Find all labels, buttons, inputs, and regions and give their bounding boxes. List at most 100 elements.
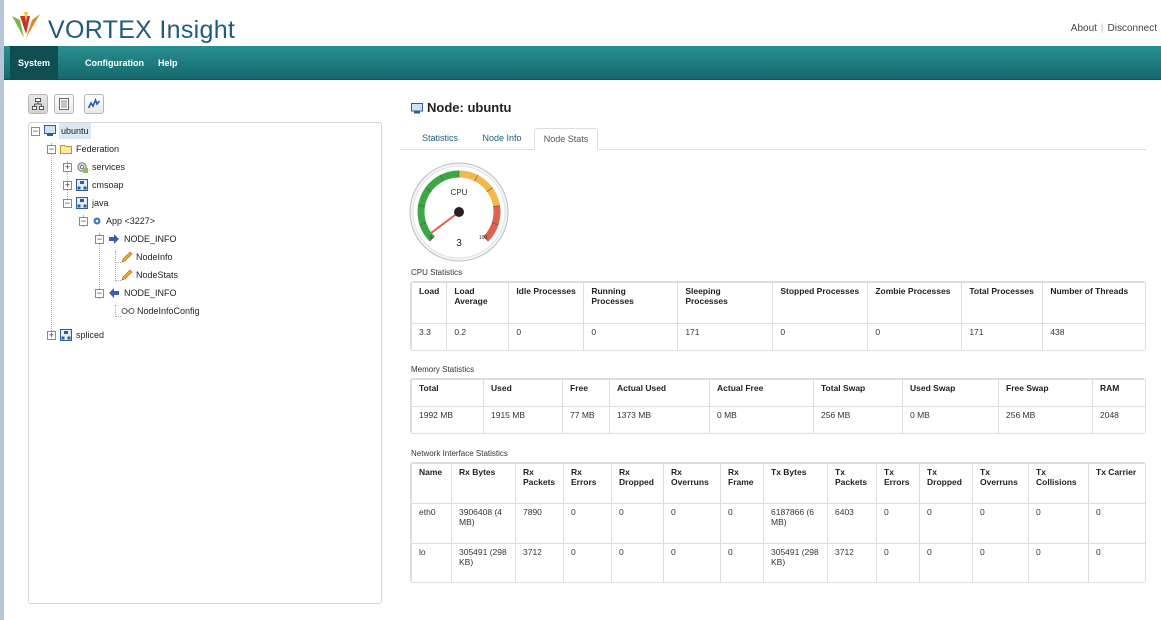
tab-node-stats[interactable]: Node Stats [534,128,598,150]
gauge-value: 3 [456,238,462,249]
tree-panel: − ubuntu − Federation + services + cmsoa… [28,94,382,604]
tab-node-info[interactable]: Node Info [472,128,532,150]
cpu-col-load-average: Load Average [446,282,510,324]
nav-system[interactable]: System [10,46,59,80]
network-cell: 0 [1088,503,1145,544]
main-nav: System Configuration Help [4,46,1161,80]
network-table-wrap: Name Rx Bytes Rx Packets Rx Errors Rx Dr… [410,462,1146,583]
mem-col-free-swap: Free Swap [998,379,1093,407]
expand-toggle[interactable]: + [63,181,72,190]
tree-label: Federation [76,144,120,154]
chart-view-button[interactable] [84,94,104,114]
memory-section-label: Memory Statistics [411,365,475,374]
cpu-cell: 0 [583,323,679,350]
memory-cell: 1915 MB [483,406,563,433]
expand-toggle[interactable]: + [47,331,56,340]
network-cell: 0 [563,543,612,582]
top-links: About | Disconnect [1070,23,1157,34]
cpu-cell: 438 [1042,323,1145,350]
about-link[interactable]: About [1071,23,1097,34]
network-cell: 3712 [515,543,564,582]
network-cell: 0 [563,503,612,544]
tree-item-app[interactable]: − App <3227> [79,213,219,229]
collapse-toggle[interactable]: − [47,145,56,154]
tree-label: NodeInfo [136,252,173,262]
tree-item-ubuntu[interactable]: − ubuntu [31,123,121,139]
mem-col-actual-used: Actual Used [609,379,710,407]
cpu-cell: 0 [772,323,869,350]
table-row: eth0 3906408 (4 MB) 7890 0 0 0 0 6187866… [411,503,1145,544]
tree-label: NODE_INFO [124,234,177,244]
tree-item-nodeinfo[interactable]: NodeInfo [121,249,261,265]
nav-help[interactable]: Help [150,46,186,80]
collapse-toggle[interactable]: − [95,235,104,244]
tree-item-services[interactable]: + services [63,159,183,175]
pencil-icon [121,251,133,263]
tree-item-node-info-reader[interactable]: − NODE_INFO [95,285,235,301]
tree-item-nodeinfoconfig[interactable]: NodeInfoConfig [121,303,271,319]
tree-item-cmsoap[interactable]: + cmsoap [63,177,183,193]
disconnect-link[interactable]: Disconnect [1108,23,1157,34]
network-cell: 0 [611,543,664,582]
network-table: Name Rx Bytes Rx Packets Rx Errors Rx Dr… [411,463,1145,582]
network-cell: lo [411,543,452,582]
tree-item-node-info-writer[interactable]: − NODE_INFO [95,231,235,247]
net-col-rx-frame: Rx Frame [720,463,764,504]
tree-label: cmsoap [92,180,124,190]
cpu-table: Load Load Average Idle Processes Running… [411,282,1145,350]
collapse-toggle[interactable]: − [79,217,88,226]
tree-label: NodeStats [136,270,179,280]
tab-statistics[interactable]: Statistics [410,128,470,150]
tree-item-spliced[interactable]: + spliced [47,327,167,343]
tree-item-java[interactable]: − java [63,195,183,211]
mem-col-used-swap: Used Swap [902,379,999,407]
mem-col-ram: RAM [1092,379,1145,407]
network-cell: 7890 [515,503,564,544]
memory-cell: 1373 MB [609,406,710,433]
nav-configuration[interactable]: Configuration [77,46,152,80]
gauge-max-label: 100 [479,235,488,241]
cpu-cell: 171 [677,323,774,350]
cpu-header-row: Load Load Average Idle Processes Running… [411,282,1145,324]
table-row: 3.3 0.2 0 0 171 0 0 171 438 [411,323,1145,350]
expand-toggle[interactable]: + [63,163,72,172]
network-cell: 0 [972,543,1029,582]
monitor-icon [44,125,56,136]
mem-col-total: Total [411,379,484,407]
net-col-rx-packets: Rx Packets [515,463,564,504]
cpu-cell: 3.3 [411,323,448,350]
folder-open-icon [60,145,72,154]
gauge-min-label: 0 [430,235,433,241]
cpu-col-idle: Idle Processes [508,282,585,324]
collapse-toggle[interactable]: − [31,127,40,136]
memory-cell: 0 MB [709,406,814,433]
collapse-toggle[interactable]: − [63,199,72,208]
table-row: lo 305491 (298 KB) 3712 0 0 0 0 305491 (… [411,543,1145,582]
cpu-section-label: CPU Statistics [411,268,463,277]
net-col-rx-dropped: Rx Dropped [611,463,664,504]
network-cell: 0 [663,503,721,544]
mem-col-used: Used [483,379,563,407]
memory-cell: 256 MB [813,406,903,433]
cpu-col-stopped: Stopped Processes [772,282,869,324]
tree-view-button[interactable] [28,94,48,114]
collapse-toggle[interactable]: − [95,289,104,298]
tree-label: services [92,162,126,172]
net-col-tx-overruns: Tx Overruns [972,463,1029,504]
network-cell: eth0 [411,503,452,544]
tree-item-nodestats[interactable]: NodeStats [121,267,261,283]
window-edge [0,0,4,620]
cpu-col-running: Running Processes [583,282,679,324]
arrow-right-icon [109,234,119,244]
network-cell: 3712 [827,543,877,582]
network-cell: 0 [876,503,920,544]
network-node-icon [76,179,88,191]
cpu-col-sleeping: Sleeping Processes [677,282,774,324]
network-cell: 0 [1028,543,1089,582]
network-cell: 0 [1028,503,1089,544]
pencil-icon [121,269,133,281]
list-view-button[interactable] [54,94,74,114]
tree-item-federation[interactable]: − Federation [47,141,167,157]
tab-bar: Statistics Node Info Node Stats [400,126,1146,150]
network-cell: 0 [919,503,973,544]
